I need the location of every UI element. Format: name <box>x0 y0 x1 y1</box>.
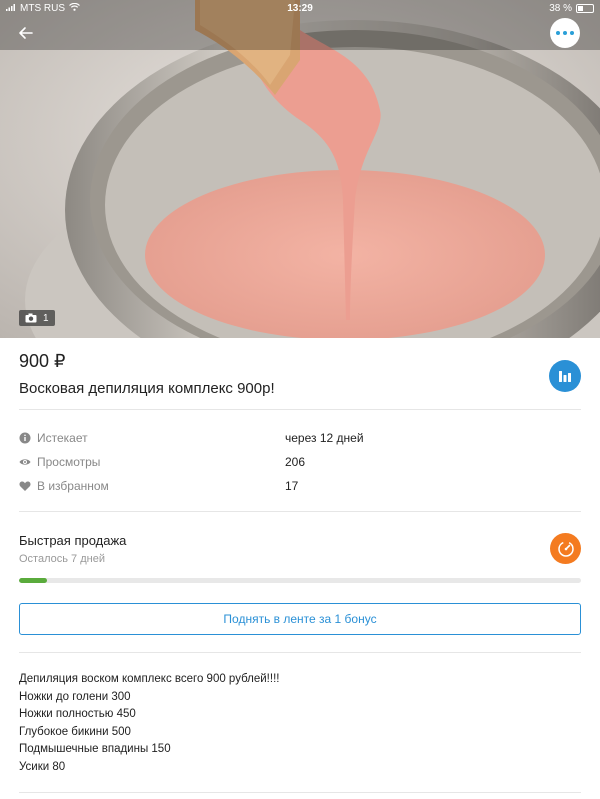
raise-in-feed-button[interactable]: Поднять в ленте за 1 бонус <box>19 603 581 635</box>
listing-description: Депиляция воском комплекс всего 900 рубл… <box>19 671 279 777</box>
quick-sale-progress <box>19 578 581 583</box>
photo-count-value: 1 <box>43 312 49 324</box>
description-line: Депиляция воском комплекс всего 900 рубл… <box>19 673 280 685</box>
battery-percent: 38 % <box>549 3 572 14</box>
info-icon <box>19 432 31 444</box>
status-bar: MTS RUS 13:29 38 % <box>0 0 600 18</box>
description-line: Глубокое бикини 500 <box>19 725 131 738</box>
quick-sale-progress-fill <box>19 578 48 583</box>
quick-sale-remaining: Осталось 7 дней <box>19 553 105 565</box>
divider <box>19 652 581 653</box>
divider <box>19 511 581 512</box>
divider <box>19 792 581 793</box>
ellipsis-icon-dot <box>563 31 567 35</box>
back-button[interactable] <box>14 22 38 44</box>
heart-icon <box>19 481 31 491</box>
battery-fill <box>578 6 584 11</box>
quick-sale-button[interactable] <box>550 533 581 564</box>
photo-counter[interactable]: 1 <box>19 310 55 326</box>
info-label: В избранном <box>37 479 109 493</box>
description-line: Подмышечные впадины 150 <box>19 743 171 756</box>
camera-icon <box>25 313 37 323</box>
info-value: 206 <box>285 455 306 469</box>
ellipsis-icon-dot <box>570 31 574 35</box>
arrow-left-icon <box>19 27 33 39</box>
wax-pot-illustration <box>0 0 600 338</box>
info-row-views: Просмотры 206 <box>19 454 579 472</box>
info-label: Просмотры <box>37 455 101 469</box>
info-label: Истекает <box>37 431 88 445</box>
info-value: через 12 дней <box>285 431 364 445</box>
description-line: Ножки до голени 300 <box>19 690 131 703</box>
listing-price: 900 ₽ <box>19 351 66 371</box>
more-options-button[interactable] <box>550 18 580 48</box>
quick-sale-title: Быстрая продажа <box>19 533 127 548</box>
battery-status: 38 % <box>549 3 594 14</box>
info-value: 17 <box>285 479 299 493</box>
bar-chart-icon <box>559 371 571 382</box>
battery-icon <box>576 4 594 13</box>
description-line: Ножки полностью 450 <box>19 708 136 721</box>
description-line: Усики 80 <box>19 760 66 773</box>
clock: 13:29 <box>287 3 313 14</box>
info-row-favorites: В избранном 17 <box>19 478 579 496</box>
ellipsis-icon <box>556 31 560 35</box>
listing-title: Восковая депиляция комплекс 900р! <box>19 380 275 397</box>
info-row-expires: Истекает через 12 дней <box>19 430 579 448</box>
statistics-button[interactable] <box>549 360 581 392</box>
listing-photo[interactable] <box>0 0 600 338</box>
divider <box>19 409 581 410</box>
eye-icon <box>19 459 31 465</box>
speedometer-icon <box>557 540 574 557</box>
